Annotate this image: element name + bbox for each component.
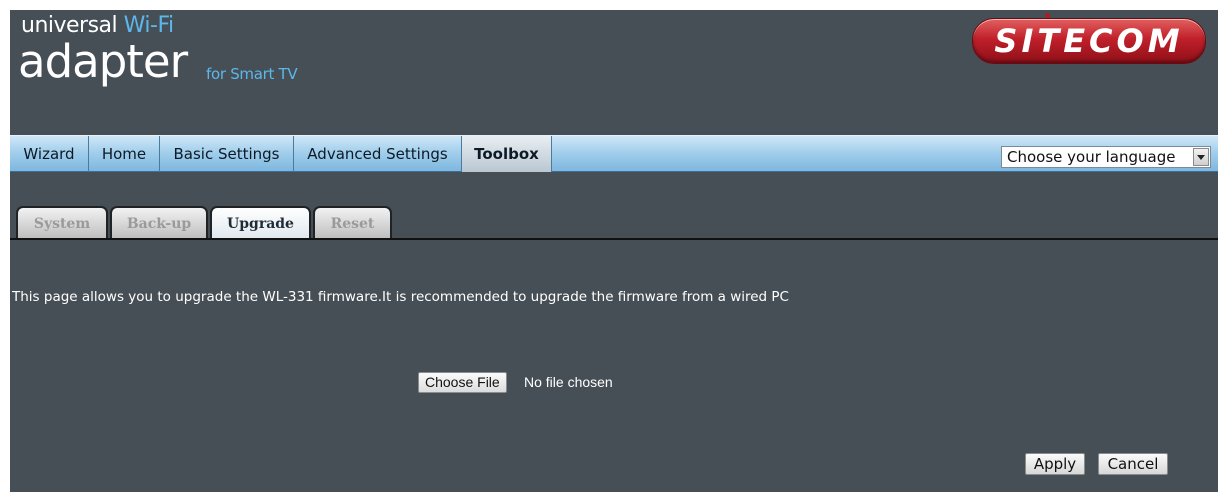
nav-advanced-settings[interactable]: Advanced Settings	[294, 136, 462, 172]
chevron-down-icon[interactable]	[1193, 148, 1209, 166]
apply-button[interactable]: Apply	[1025, 453, 1085, 475]
main-navbar: Wizard Home Basic Settings Advanced Sett…	[10, 135, 1218, 172]
nav-basic-settings[interactable]: Basic Settings	[160, 136, 294, 172]
file-status: No file chosen	[524, 374, 613, 390]
logo-dot	[1045, 13, 1050, 18]
cancel-button[interactable]: Cancel	[1098, 453, 1168, 475]
tab-back-up[interactable]: Back-up	[110, 206, 208, 239]
brand-subtitle: for Smart TV	[206, 65, 298, 83]
tab-divider	[10, 238, 1218, 240]
nav-home[interactable]: Home	[89, 136, 160, 172]
tab-system[interactable]: System	[16, 206, 108, 239]
choose-file-button[interactable]: Choose File	[418, 372, 507, 393]
brand-main: adapter	[18, 35, 188, 88]
sitecom-logo: SITECOM	[972, 18, 1206, 64]
nav-wizard[interactable]: Wizard	[10, 136, 89, 172]
tab-upgrade[interactable]: Upgrade	[210, 206, 311, 239]
nav-toolbox[interactable]: Toolbox	[462, 136, 552, 172]
page-frame: universal Wi-Fi adapter for Smart TV SIT…	[10, 10, 1218, 492]
upgrade-description: This page allows you to upgrade the WL-3…	[12, 289, 789, 305]
tab-reset[interactable]: Reset	[313, 206, 392, 239]
language-select[interactable]: Choose your language	[1001, 146, 1211, 168]
language-select-value: Choose your language	[1007, 148, 1176, 166]
